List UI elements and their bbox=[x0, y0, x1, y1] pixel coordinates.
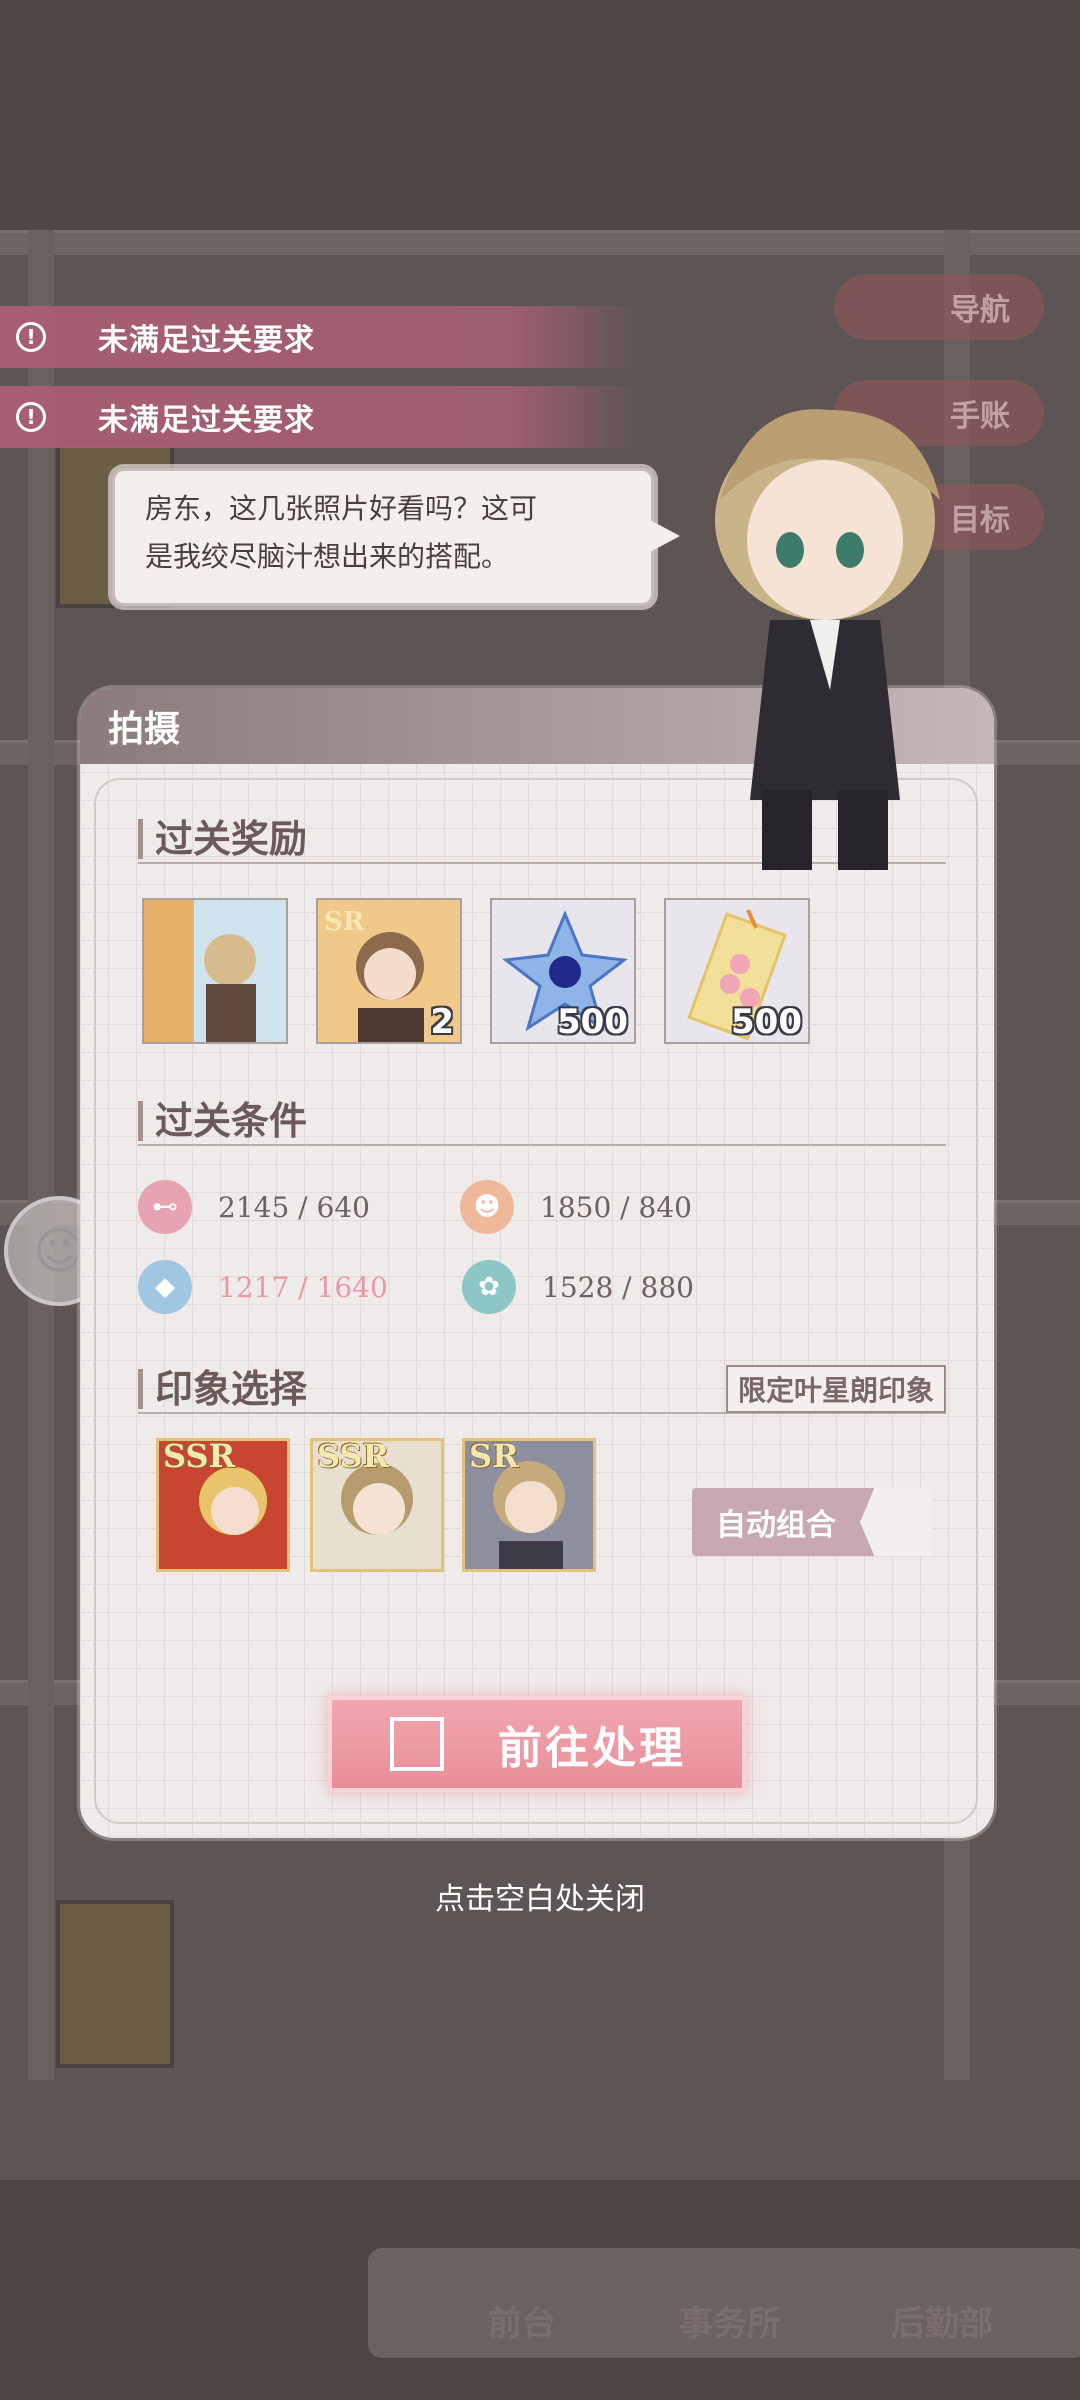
impression-limit-tag: 限定叶星朗印象 bbox=[725, 1365, 946, 1413]
flower-icon: ✿ bbox=[462, 1260, 516, 1314]
navigation-button[interactable]: 导航 bbox=[834, 274, 1044, 340]
requirement-alert: ! 未满足过关要求 bbox=[0, 386, 640, 448]
exclamation-icon: ! bbox=[16, 402, 46, 432]
dialog-line: 是我绞尽脑汁想出来的搭配。 bbox=[145, 540, 510, 573]
nav-front-desk[interactable]: 前台 bbox=[452, 2296, 592, 2345]
condition-value: 1217 / 1640 bbox=[218, 1271, 388, 1304]
condition-required: / 1640 bbox=[298, 1270, 388, 1304]
graduation-cap-icon: ◆ bbox=[138, 1260, 192, 1314]
close-hint: 点击空白处关闭 bbox=[435, 1882, 645, 1917]
alert-text: 未满足过关要求 bbox=[98, 403, 315, 438]
rewards-title: 过关奖励 bbox=[138, 819, 307, 859]
condition-value: 1850 / 840 bbox=[540, 1191, 692, 1224]
impression-section-header: 印象选择 限定叶星朗印象 bbox=[138, 1365, 946, 1414]
nav-office[interactable]: 事务所 bbox=[660, 2296, 800, 2345]
condition-required: / 640 bbox=[298, 1190, 370, 1224]
condition-current: 1217 bbox=[218, 1270, 290, 1304]
speech-bubble: 房东，这几张照片好看吗？这可 是我绞尽脑汁想出来的搭配。 bbox=[112, 468, 654, 606]
reward-count: 500 bbox=[557, 1002, 628, 1042]
impression-title: 印象选择 bbox=[138, 1369, 307, 1409]
exclamation-icon: ! bbox=[16, 322, 46, 352]
condition-required: / 840 bbox=[620, 1190, 692, 1224]
card-rank: SSR bbox=[163, 1438, 236, 1475]
grid-squares-icon bbox=[860, 1488, 932, 1556]
photo-card-art bbox=[144, 900, 286, 1042]
card-rank: SSR bbox=[317, 1438, 390, 1475]
impression-card[interactable]: SSR bbox=[156, 1438, 290, 1572]
speech-bubble-tail bbox=[650, 520, 680, 552]
reward-count: 2 bbox=[430, 1002, 454, 1042]
condition-knowledge: ◆ 1217 / 1640 bbox=[138, 1260, 388, 1314]
svg-text:SR: SR bbox=[324, 907, 365, 937]
condition-current: 1850 bbox=[540, 1190, 612, 1224]
reward-flower-bookmark[interactable]: 500 bbox=[664, 898, 810, 1044]
conditions-section-header: 过关条件 bbox=[138, 1098, 946, 1146]
go-process-button[interactable]: 前往处理 bbox=[328, 1696, 746, 1792]
reward-blue-crystal[interactable]: 500 bbox=[490, 898, 636, 1044]
nav-logistics[interactable]: 后勤部 bbox=[872, 2296, 1012, 2345]
condition-required: / 880 bbox=[622, 1270, 694, 1304]
requirement-alert: ! 未满足过关要求 bbox=[0, 306, 640, 368]
person-icon: ☻ bbox=[460, 1180, 514, 1234]
condition-value: 2145 / 640 bbox=[218, 1191, 370, 1224]
panel-title: 拍摄 bbox=[108, 708, 181, 750]
conditions-title: 过关条件 bbox=[138, 1101, 307, 1141]
floor-divider bbox=[0, 230, 1080, 255]
go-process-label: 前往处理 bbox=[498, 1723, 686, 1774]
impression-card[interactable]: SSR bbox=[310, 1438, 444, 1572]
impression-card[interactable]: SR bbox=[462, 1438, 596, 1572]
reward-count: 500 bbox=[731, 1002, 802, 1042]
condition-current: 2145 bbox=[218, 1190, 290, 1224]
card-rank: SR bbox=[469, 1438, 519, 1475]
enter-arrow-icon bbox=[390, 1717, 444, 1771]
condition-art: ✿ 1528 / 880 bbox=[462, 1260, 694, 1314]
elevator-door bbox=[56, 1900, 174, 2068]
auto-combine-label: 自动组合 bbox=[716, 1508, 836, 1543]
condition-charm: ☻ 1850 / 840 bbox=[460, 1180, 692, 1234]
top-dark-area bbox=[0, 0, 1080, 230]
reward-photo-card[interactable] bbox=[142, 898, 288, 1044]
navigation-label: 导航 bbox=[950, 293, 1010, 328]
auto-combine-button[interactable]: 自动组合 bbox=[692, 1488, 932, 1556]
alert-text: 未满足过关要求 bbox=[98, 323, 315, 358]
dialog-line: 房东，这几张照片好看吗？这可 bbox=[145, 492, 538, 525]
condition-value: 1528 / 880 bbox=[542, 1271, 694, 1304]
dumbbell-icon: ⊷ bbox=[138, 1180, 192, 1234]
character-butler bbox=[715, 409, 940, 870]
condition-current: 1528 bbox=[542, 1270, 614, 1304]
pillar bbox=[28, 230, 54, 2080]
condition-strength: ⊷ 2145 / 640 bbox=[138, 1180, 370, 1234]
reward-sr-card[interactable]: SR 2 bbox=[316, 898, 462, 1044]
